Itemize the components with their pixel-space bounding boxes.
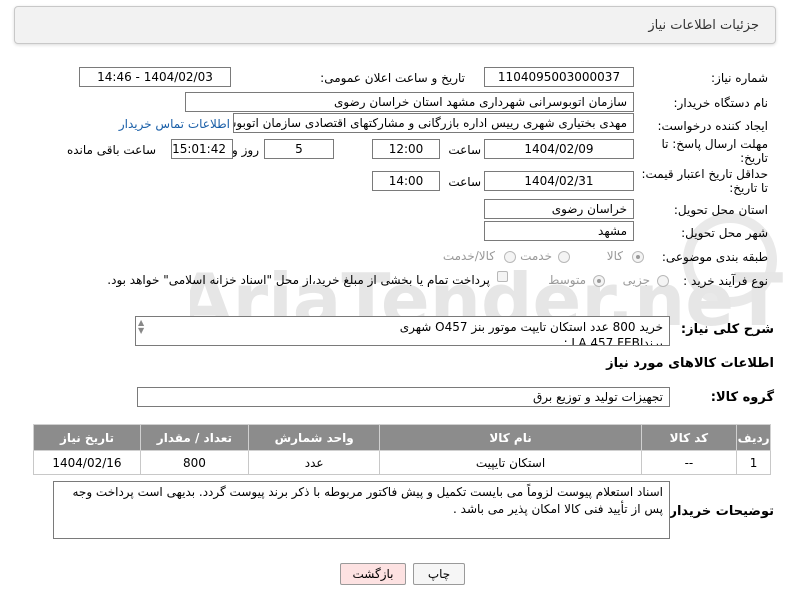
- need-number-label: شماره نیاز:: [711, 71, 768, 85]
- purchase-radio-minor[interactable]: [657, 275, 669, 287]
- col-row-header: ردیف: [736, 424, 771, 451]
- description-line-1: خرید 800 عدد استکان تایپت موتور بنز O457…: [399, 320, 663, 334]
- col-qty-header: تعداد / مقدار: [139, 424, 249, 451]
- cell-unit: عدد: [247, 450, 381, 475]
- col-unit-header: واحد شمارش: [247, 424, 381, 451]
- cell-name: استکان تایپیت: [379, 450, 642, 475]
- need-number-field: 1104095003000037: [484, 67, 634, 87]
- price-validity-label-2: تا تاریخ:: [729, 181, 768, 195]
- reply-deadline-label-2: تاریخ:: [740, 151, 768, 165]
- category-radio-service[interactable]: [558, 251, 570, 263]
- category-radio-both[interactable]: [504, 251, 516, 263]
- category-option-goods: کالا: [606, 249, 623, 263]
- print-button[interactable]: چاپ: [413, 563, 465, 585]
- remaining-time-label: ساعت باقی مانده: [66, 143, 156, 157]
- table-row: 1 -- استکان تایپیت عدد 800 1404/02/16: [33, 450, 771, 475]
- description-label: شرح کلی نیاز:: [680, 322, 774, 337]
- col-code-header: کد کالا: [640, 424, 738, 451]
- category-option-service: خدمت: [520, 249, 552, 263]
- items-table: ردیف کد کالا نام کالا واحد شمارش تعداد /…: [33, 424, 771, 475]
- buyer-notes-label: توضیحات خریدار:: [664, 504, 774, 519]
- cell-code: --: [640, 450, 738, 475]
- goods-group-label: گروه کالا:: [710, 390, 774, 405]
- delivery-province-label: استان محل تحویل:: [673, 203, 768, 217]
- treasury-payment-note: پرداخت تمام یا بخشی از مبلغ خرید،از محل …: [107, 273, 490, 287]
- category-label: طبقه بندی موضوعی:: [661, 250, 768, 264]
- remaining-time-field: 15:01:42: [171, 139, 233, 159]
- announce-datetime-field: 1404/02/03 - 14:46: [79, 67, 231, 87]
- goods-group-field: تجهیزات تولید و توزیع برق: [137, 387, 670, 407]
- col-name-header: نام کالا: [379, 424, 642, 451]
- reply-deadline-date: 1404/02/09: [484, 139, 634, 159]
- description-textarea[interactable]: خرید 800 عدد استکان تایپت موتور بنز O457…: [135, 316, 670, 346]
- price-validity-date: 1404/02/31: [484, 171, 634, 191]
- cell-date: 1404/02/16: [33, 450, 141, 475]
- page-title: جزئیات اطلاعات نیاز: [648, 18, 759, 33]
- purchase-type-label: نوع فرآیند خرید :: [683, 274, 768, 288]
- price-validity-label: حداقل تاریخ اعتبار قیمت:: [641, 167, 768, 181]
- buyer-org-field: سازمان اتوبوسرانی شهرداری مشهد استان خرا…: [185, 92, 634, 112]
- requester-label: ایجاد کننده درخواست:: [657, 119, 768, 133]
- buyer-notes-textarea[interactable]: اسناد استعلام پیوست لزوماً می بایست تکمی…: [53, 481, 670, 539]
- cell-row: 1: [736, 450, 771, 475]
- days-label: روز و: [232, 143, 259, 157]
- requester-field: مهدی بختیاری شهری رییس اداره بازرگانی و …: [233, 113, 634, 133]
- cell-qty: 800: [139, 450, 249, 475]
- buyer-contact-link[interactable]: اطلاعات تماس خریدار: [119, 117, 230, 131]
- price-validity-time: 14:00: [372, 171, 440, 191]
- purchase-radio-medium[interactable]: [593, 275, 605, 287]
- category-radio-goods[interactable]: [632, 251, 644, 263]
- purchase-option-medium: متوسط: [548, 273, 586, 287]
- buyer-notes-text: اسناد استعلام پیوست لزوماً می بایست تکمی…: [72, 485, 663, 516]
- purchase-option-minor: جزیی: [622, 273, 650, 287]
- treasury-payment-checkbox[interactable]: [497, 271, 508, 282]
- delivery-province-field: خراسان رضوی: [484, 199, 634, 219]
- delivery-city-label: شهر محل تحویل:: [681, 226, 768, 240]
- page-header: جزئیات اطلاعات نیاز: [14, 6, 776, 44]
- buyer-org-label: نام دستگاه خریدار:: [673, 96, 769, 110]
- table-header-row: ردیف کد کالا نام کالا واحد شمارش تعداد /…: [33, 424, 771, 451]
- reply-time-label: ساعت: [448, 143, 481, 157]
- goods-info-title: اطلاعات کالاهای مورد نیاز: [606, 356, 774, 371]
- back-button[interactable]: بازگشت: [340, 563, 406, 585]
- days-remaining-field: 5: [264, 139, 334, 159]
- description-line-2: برندLA 457 FEBI :: [563, 336, 663, 346]
- announce-datetime-label: تاریخ و ساعت اعلان عمومی:: [320, 71, 465, 85]
- category-option-both: کالا/خدمت: [442, 249, 495, 263]
- reply-deadline-label: مهلت ارسال پاسخ: تا: [661, 137, 768, 151]
- scroll-arrows-icon[interactable]: ▲ ▼: [138, 319, 148, 335]
- price-time-label: ساعت: [448, 175, 481, 189]
- reply-deadline-time: 12:00: [372, 139, 440, 159]
- delivery-city-field: مشهد: [484, 221, 634, 241]
- col-date-header: تاریخ نیاز: [33, 424, 141, 451]
